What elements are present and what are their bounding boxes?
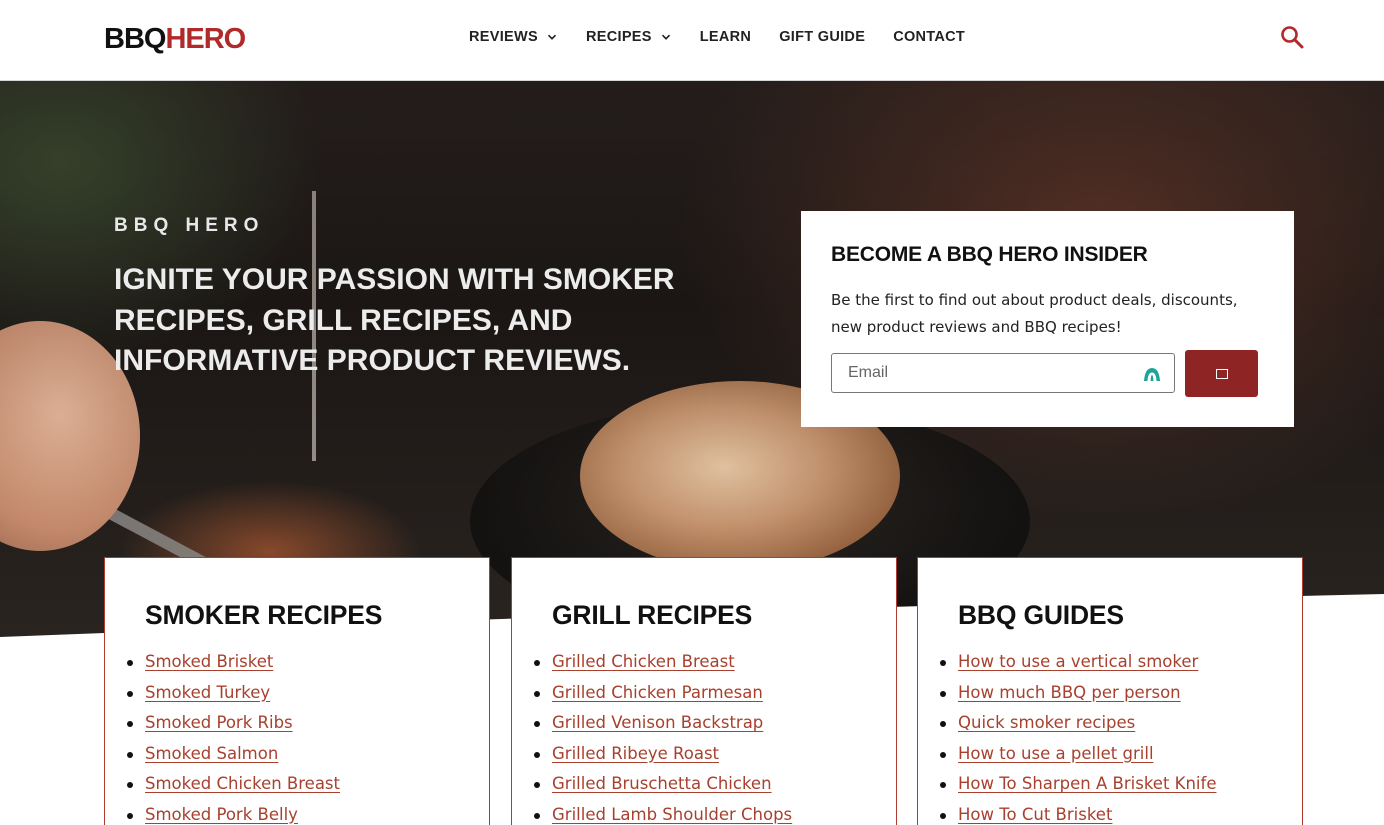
main-nav: REVIEWS RECIPES LEARN GIFT GUIDE CONTACT (469, 29, 965, 45)
signup-title: BECOME A BBQ HERO INSIDER (831, 243, 1148, 266)
nav-item-contact[interactable]: CONTACT (893, 29, 965, 45)
email-field[interactable] (832, 354, 1174, 392)
list-item: Grilled Ribeye Roast (534, 739, 856, 770)
nav-item-learn[interactable]: LEARN (700, 29, 751, 45)
list-item: Quick smoker recipes (940, 708, 1262, 739)
link-list: Grilled Chicken Breast Grilled Chicken P… (534, 647, 856, 825)
nav-item-recipes[interactable]: RECIPES (586, 29, 672, 45)
nav-label-contact: CONTACT (893, 29, 966, 45)
link-list: How to use a vertical smoker How much BB… (940, 647, 1262, 825)
nav-item-gift-guide[interactable]: GIFT GUIDE (779, 29, 865, 45)
card-title: BBQ GUIDES (958, 600, 1124, 630)
list-item: How to use a pellet grill (940, 739, 1262, 770)
guide-link[interactable]: How To Sharpen A Brisket Knife (958, 774, 1216, 793)
guide-link[interactable]: How much BBQ per person (958, 683, 1181, 702)
recipe-link[interactable]: Smoked Chicken Breast (145, 774, 340, 793)
signup-description: Be the first to find out about product d… (831, 291, 1238, 336)
recipe-link[interactable]: Smoked Turkey (145, 683, 270, 702)
recipe-link[interactable]: Grilled Lamb Shoulder Chops (552, 805, 792, 824)
nav-label-gift-guide: GIFT GUIDE (779, 29, 866, 45)
list-item: Smoked Chicken Breast (127, 769, 449, 800)
list-item: How To Sharpen A Brisket Knife (940, 769, 1262, 800)
recipe-link[interactable]: Grilled Chicken Parmesan (552, 683, 763, 702)
list-item: How much BBQ per person (940, 678, 1262, 709)
nav-label-reviews: REVIEWS (469, 29, 538, 45)
nav-item-reviews[interactable]: REVIEWS (469, 29, 558, 45)
list-item: How To Cut Brisket (940, 800, 1262, 825)
list-item: Grilled Bruschetta Chicken (534, 769, 856, 800)
recipe-link[interactable]: Smoked Brisket (145, 652, 273, 671)
recipe-link[interactable]: Grilled Ribeye Roast (552, 744, 719, 763)
hero-kicker: BBQ HERO (114, 215, 265, 236)
list-item: Grilled Venison Backstrap (534, 708, 856, 739)
guide-link[interactable]: How to use a pellet grill (958, 744, 1154, 763)
recipe-link[interactable]: Grilled Venison Backstrap (552, 713, 763, 732)
subscribe-button[interactable] (1185, 350, 1258, 397)
list-item: Smoked Pork Belly (127, 800, 449, 825)
list-item: How to use a vertical smoker (940, 647, 1262, 678)
list-item: Smoked Turkey (127, 678, 449, 709)
nav-label-recipes: RECIPES (585, 29, 652, 45)
guide-link[interactable]: How To Cut Brisket (958, 805, 1112, 824)
newsletter-signup-card: BECOME A BBQ HERO INSIDER Be the first t… (801, 211, 1294, 427)
recipe-link[interactable]: Grilled Bruschetta Chicken (552, 774, 772, 793)
card-title: GRILL RECIPES (552, 600, 753, 630)
logo-part-hero: HERO (165, 23, 246, 55)
chevron-down-icon (661, 34, 670, 40)
list-item: Smoked Brisket (127, 647, 449, 678)
list-item: Smoked Salmon (127, 739, 449, 770)
list-item: Grilled Chicken Breast (534, 647, 856, 678)
card-title: SMOKER RECIPES (145, 600, 383, 630)
guide-link[interactable]: How to use a vertical smoker (958, 652, 1198, 671)
autofill-icon[interactable] (1142, 365, 1162, 383)
card-smoker-recipes: SMOKER RECIPES Smoked Brisket Smoked Tur… (104, 557, 490, 825)
guide-link[interactable]: Quick smoker recipes (958, 713, 1135, 732)
recipe-link[interactable]: Smoked Pork Ribs (145, 713, 293, 732)
recipe-link[interactable]: Smoked Pork Belly (145, 805, 298, 824)
card-grill-recipes: GRILL RECIPES Grilled Chicken Breast Gri… (511, 557, 897, 825)
chevron-down-icon (547, 34, 557, 40)
logo-part-bbq: BBQ (104, 23, 166, 55)
square-icon (1215, 368, 1228, 379)
list-item: Smoked Pork Ribs (127, 708, 449, 739)
recipe-link[interactable]: Smoked Salmon (145, 744, 278, 763)
nav-label-learn: LEARN (699, 29, 752, 45)
link-list: Smoked Brisket Smoked Turkey Smoked Pork… (127, 647, 449, 825)
site-logo[interactable]: BBQHERO (104, 23, 246, 55)
signup-form (831, 350, 1258, 397)
search-icon[interactable] (1279, 24, 1305, 50)
email-field-wrapper (831, 353, 1175, 393)
list-item: Grilled Lamb Shoulder Chops (534, 800, 856, 825)
recipe-link[interactable]: Grilled Chicken Breast (552, 652, 735, 671)
list-item: Grilled Chicken Parmesan (534, 678, 856, 709)
hero-title: IGNITE YOUR PASSION WITH SMOKER RECIPES,… (114, 263, 675, 377)
site-header: BBQHERO REVIEWS RECIPES LEARN GIFT GUIDE… (0, 0, 1384, 81)
card-bbq-guides: BBQ GUIDES How to use a vertical smoker … (917, 557, 1303, 825)
